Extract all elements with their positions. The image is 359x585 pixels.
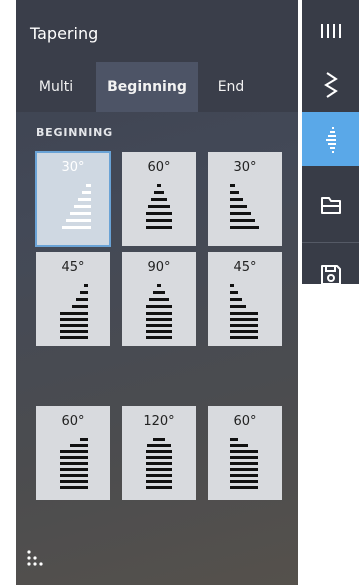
- toolbar-divider: [302, 242, 359, 243]
- save-icon: [320, 265, 341, 285]
- tapering-panel: Tapering Multi Beginning End BEGINNING 3…: [16, 0, 298, 585]
- tile-angle-90-center[interactable]: 90°: [122, 252, 196, 346]
- stitch-bars-button[interactable]: [302, 4, 359, 58]
- tile-angle-45-left[interactable]: 45°: [36, 252, 110, 346]
- taper-90-center-icon: [146, 284, 172, 339]
- section-label: BEGINNING: [36, 126, 113, 139]
- folder-icon: [320, 197, 341, 214]
- stitch-bars-icon: [320, 24, 341, 38]
- tab-end[interactable]: End: [198, 62, 264, 112]
- tile-angle-30-right[interactable]: 30°: [208, 152, 282, 246]
- tapering-button[interactable]: [302, 112, 359, 166]
- taper-60-center-icon: [146, 184, 172, 229]
- taper-60-left-icon: [60, 438, 88, 489]
- taper-45-right-icon: [230, 284, 258, 339]
- tile-angle-30-left[interactable]: 30°: [35, 151, 111, 247]
- zigzag-stitch-icon: [323, 72, 338, 98]
- taper-60-right-icon: [230, 438, 258, 489]
- save-button[interactable]: [302, 248, 359, 302]
- zigzag-stitch-button[interactable]: [302, 58, 359, 112]
- taper-120-center-icon: [146, 438, 172, 489]
- tab-multi[interactable]: Multi: [16, 62, 96, 112]
- panel-header: Tapering: [16, 0, 298, 62]
- panel-title: Tapering: [30, 24, 99, 43]
- taper-30-right-icon: [230, 184, 259, 229]
- open-folder-button[interactable]: [302, 178, 359, 232]
- tile-angle-120-center[interactable]: 120°: [122, 406, 196, 500]
- tile-angle-60-center[interactable]: 60°: [122, 152, 196, 246]
- tab-bar: Multi Beginning End: [16, 62, 298, 112]
- taper-30-left-icon: [62, 184, 91, 229]
- right-toolbar: [302, 0, 359, 285]
- tile-angle-60-right[interactable]: 60°: [208, 406, 282, 500]
- tab-beginning[interactable]: Beginning: [96, 62, 198, 112]
- tile-angle-45-right[interactable]: 45°: [208, 252, 282, 346]
- drag-handle-icon[interactable]: [26, 548, 46, 568]
- taper-45-left-icon: [60, 284, 88, 339]
- tapering-icon: [325, 127, 336, 153]
- tile-angle-60-left[interactable]: 60°: [36, 406, 110, 500]
